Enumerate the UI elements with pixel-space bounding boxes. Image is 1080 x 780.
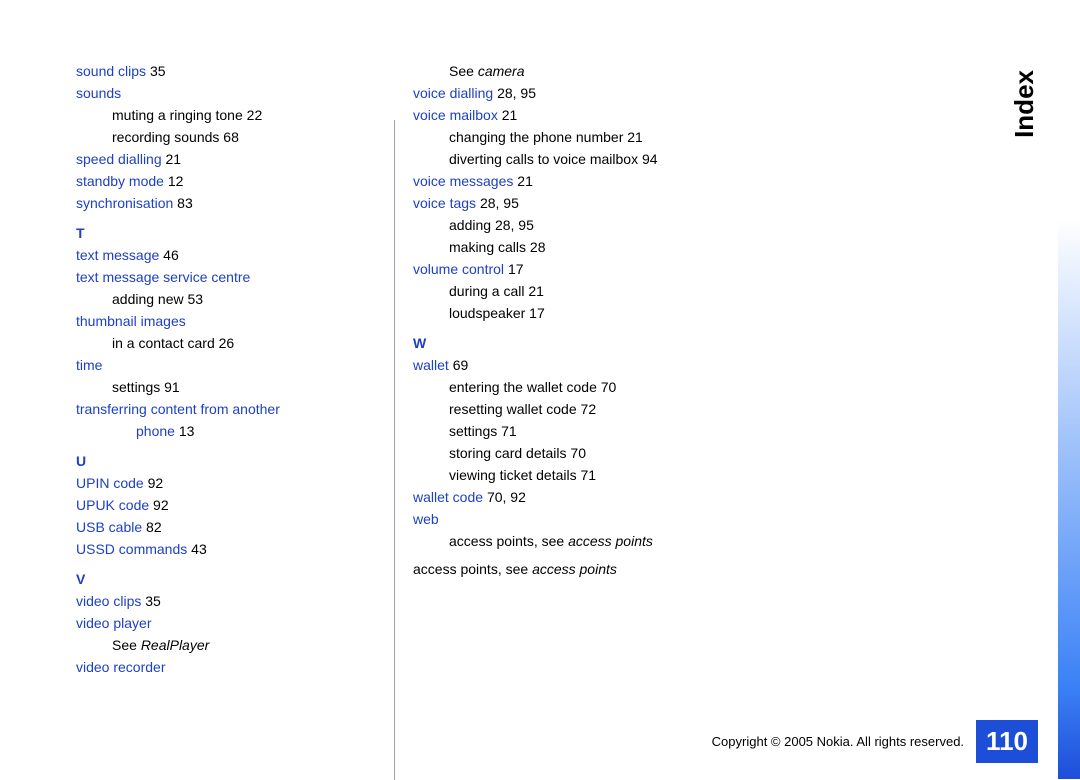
index-link[interactable]: UPIN code [76,475,144,491]
index-sub: making calls [449,239,526,255]
index-column-1: sound clips 35 sounds muting a ringing t… [76,60,386,779]
page-ref: 46 [163,247,179,263]
page-ref: 71 [501,423,517,439]
index-cross-ref: camera [478,63,525,79]
page-ref: 21 [166,151,182,167]
index-sub: muting a ringing tone [112,107,243,123]
index-sub: access points, see [449,533,568,549]
page-ref: 53 [188,291,204,307]
index-link[interactable]: video recorder [76,659,166,675]
index-sub: in a contact card [112,335,215,351]
index-link[interactable]: voice tags [413,195,476,211]
page-ref: 69 [453,357,469,373]
page-ref: 82 [146,519,162,535]
index-sub: resetting wallet code [449,401,577,417]
index-cross-ref: access points [568,533,653,549]
page-ref: 17 [508,261,524,277]
index-sub: viewing ticket details [449,467,577,483]
index-link[interactable]: USSD commands [76,541,187,557]
copyright-text: Copyright © 2005 Nokia. All rights reser… [712,734,964,749]
page-ref: 28, 95 [495,217,534,233]
index-link[interactable]: wallet [413,357,449,373]
page-ref: 13 [179,423,195,439]
index-link[interactable]: voice mailbox [413,107,498,123]
index-link[interactable]: transferring content from another [76,398,386,420]
index-sub: entering the wallet code [449,379,597,395]
page-ref: 35 [145,593,161,609]
index-link[interactable]: sound clips [76,63,146,79]
page-ref: 21 [627,129,643,145]
page-ref: 17 [529,305,545,321]
index-link[interactable]: standby mode [76,173,164,189]
index-link[interactable]: video player [76,615,152,631]
page-ref: 91 [164,379,180,395]
index-link[interactable]: video clips [76,593,141,609]
index-heading-w: W [413,332,723,354]
index-link[interactable]: voice dialling [413,85,493,101]
index-sub: adding [449,217,491,233]
page-ref: 70, 92 [487,489,526,505]
page-ref: 70 [601,379,617,395]
page-ref: 43 [191,541,207,557]
page-ref: 21 [528,283,544,299]
index-link-cont[interactable]: phone [136,423,175,439]
page-ref: 72 [581,401,597,417]
page-ref: 21 [502,107,518,123]
index-link[interactable]: synchronisation [76,195,173,211]
page-ref: 12 [168,173,184,189]
page-ref: 92 [148,475,164,491]
index-link[interactable]: volume control [413,261,504,277]
page-ref: 22 [247,107,263,123]
index-heading-u: U [76,450,386,472]
index-sub: adding new [112,291,184,307]
index-link[interactable]: USB cable [76,519,142,535]
index-heading-t: T [76,222,386,244]
index-link[interactable]: voice messages [413,173,513,189]
index-link[interactable]: speed dialling [76,151,162,167]
index-link[interactable]: text message service centre [76,269,250,285]
index-cross-ref: RealPlayer [141,637,209,653]
page-ref: 83 [177,195,193,211]
page-ref: 21 [517,173,533,189]
index-link[interactable]: UPUK code [76,497,149,513]
page-ref: 28, 95 [480,195,519,211]
page-ref: 92 [153,497,169,513]
index-sub: during a call [449,283,525,299]
index-link[interactable]: sounds [76,85,121,101]
index-sub: settings [449,423,497,439]
index-sub: loudspeaker [449,305,525,321]
page-ref: 68 [223,129,239,145]
footer: Copyright © 2005 Nokia. All rights reser… [712,720,1038,763]
index-text: access points, see [413,561,532,577]
page: sound clips 35 sounds muting a ringing t… [0,0,1080,779]
index-column-2: See camera voice dialling 28, 95 voice m… [413,60,723,779]
index-sub: settings [112,379,160,395]
page-ref: 28, 95 [497,85,536,101]
index-link[interactable]: text message [76,247,159,263]
index-sub: diverting calls to voice mailbox [449,151,638,167]
index-link[interactable]: web [413,511,439,527]
side-tab-gradient [1058,0,1080,779]
index-cross-ref: access points [532,561,617,577]
column-divider [394,120,395,780]
index-sub: storing card details [449,445,567,461]
index-sub: See [112,637,141,653]
index-link[interactable]: time [76,357,102,373]
page-ref: 26 [219,335,235,351]
page-ref: 28 [530,239,546,255]
index-link[interactable]: thumbnail images [76,313,186,329]
index-sub: See [449,63,478,79]
page-ref: 71 [581,467,597,483]
content-area: sound clips 35 sounds muting a ringing t… [0,0,723,779]
page-ref: 70 [570,445,586,461]
index-sub: changing the phone number [449,129,623,145]
page-ref: 94 [642,151,658,167]
index-heading-v: V [76,568,386,590]
page-number: 110 [976,720,1038,763]
chapter-tab-label: Index [1009,70,1040,138]
index-link[interactable]: wallet code [413,489,483,505]
page-ref: 35 [150,63,166,79]
index-sub: recording sounds [112,129,219,145]
